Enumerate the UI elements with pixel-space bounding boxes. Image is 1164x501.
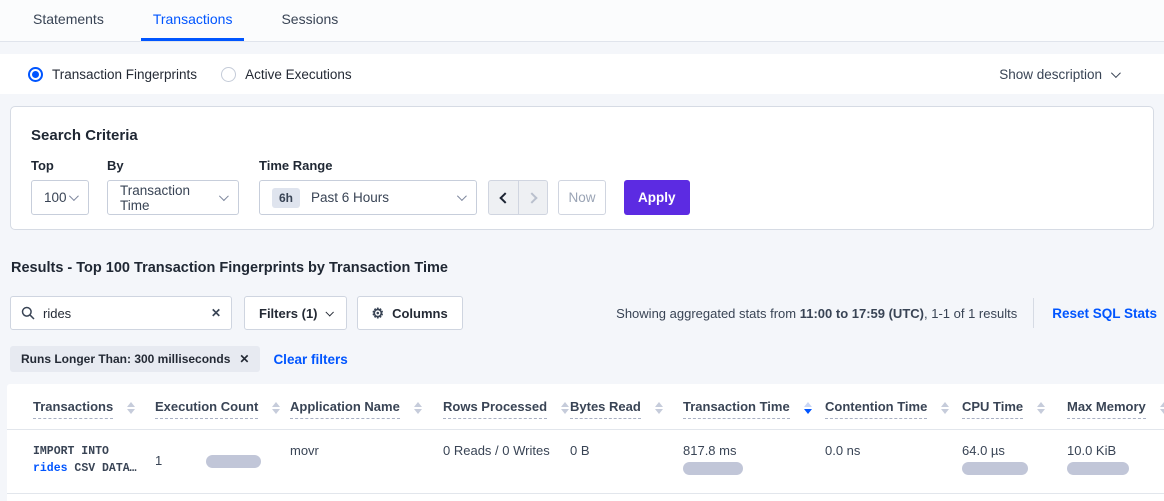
radio-selected-icon xyxy=(28,67,43,82)
transaction-link[interactable]: rides xyxy=(33,462,68,475)
radio-transaction-fingerprints[interactable]: Transaction Fingerprints xyxy=(28,67,197,82)
search-input[interactable] xyxy=(43,306,211,321)
view-toggle-band: Transaction Fingerprints Active Executio… xyxy=(0,54,1164,94)
time-range-label: Time Range xyxy=(259,158,488,173)
chevron-down-icon xyxy=(69,191,79,201)
filter-chip-label: Runs Longer Than: 300 milliseconds xyxy=(21,352,230,366)
sort-icon[interactable] xyxy=(414,402,422,414)
chevron-right-icon xyxy=(526,192,537,203)
sort-icon[interactable] xyxy=(655,402,663,414)
now-button[interactable]: Now xyxy=(558,180,606,215)
next-time-window-button[interactable] xyxy=(518,181,547,214)
column-header-application-name[interactable]: Application Name xyxy=(290,399,443,419)
results-search-box: ✕ xyxy=(10,296,232,330)
column-header-transaction-time[interactable]: Transaction Time xyxy=(683,399,825,419)
filter-chip: Runs Longer Than: 300 milliseconds ✕ xyxy=(10,346,260,372)
column-header-transactions[interactable]: Transactions xyxy=(33,399,155,419)
max-memory-bar xyxy=(1067,462,1129,475)
filters-button[interactable]: Filters (1) xyxy=(244,296,347,330)
page-tabs: Statements Transactions Sessions xyxy=(0,0,1164,42)
top-select[interactable]: 100 xyxy=(31,180,89,215)
results-heading: Results - Top 100 Transaction Fingerprin… xyxy=(11,260,1154,276)
remove-filter-icon[interactable]: ✕ xyxy=(239,352,249,366)
transaction-fingerprint-cell: IMPORT INTO rides CSV DATA… xyxy=(33,443,155,477)
sort-icon[interactable] xyxy=(127,402,135,414)
by-select-value: Transaction Time xyxy=(120,183,219,213)
table-row: IMPORT INTO rides CSV DATA… 1 movr 0 Rea… xyxy=(7,430,1164,493)
time-window-nav xyxy=(488,180,548,215)
chevron-down-icon xyxy=(1111,68,1121,78)
tab-statements[interactable]: Statements xyxy=(21,0,116,41)
show-description-label: Show description xyxy=(999,67,1102,82)
chevron-down-icon xyxy=(219,191,229,201)
column-header-max-memory[interactable]: Max Memory xyxy=(1067,399,1154,419)
gear-icon: ⚙ xyxy=(372,306,385,320)
column-header-execution-count[interactable]: Execution Count xyxy=(155,399,290,419)
columns-label: Columns xyxy=(392,306,448,321)
previous-time-window-button[interactable] xyxy=(489,181,518,214)
filters-label: Filters (1) xyxy=(259,306,318,321)
radio-label: Active Executions xyxy=(245,67,352,82)
stats-cluster: Showing aggregated stats from 11:00 to 1… xyxy=(616,298,1157,328)
reset-sql-stats-link[interactable]: Reset SQL Stats xyxy=(1052,306,1157,321)
execution-count-bar xyxy=(206,455,261,468)
cpu-time-bar xyxy=(962,462,1028,475)
radio-label: Transaction Fingerprints xyxy=(52,67,197,82)
by-label: By xyxy=(107,158,259,173)
vertical-divider xyxy=(1033,298,1034,328)
column-header-rows-processed[interactable]: Rows Processed xyxy=(443,399,570,419)
transaction-time-bar xyxy=(683,462,743,475)
transaction-time-cell: 817.8 ms xyxy=(683,443,825,477)
max-memory-cell: 10.0 KiB xyxy=(1067,443,1154,477)
table-header-row: Transactions Execution Count Application… xyxy=(7,384,1164,429)
search-criteria-title: Search Criteria xyxy=(31,127,1133,144)
column-header-bytes-read[interactable]: Bytes Read xyxy=(570,399,683,419)
sort-icon[interactable] xyxy=(1160,402,1164,414)
tab-sessions[interactable]: Sessions xyxy=(269,0,350,41)
sort-icon[interactable] xyxy=(272,402,280,414)
radio-active-executions[interactable]: Active Executions xyxy=(221,67,352,82)
aggregated-stats-text: Showing aggregated stats from 11:00 to 1… xyxy=(616,306,1017,321)
bytes-read-cell: 0 B xyxy=(570,443,683,477)
apply-button[interactable]: Apply xyxy=(624,180,690,215)
clear-search-icon[interactable]: ✕ xyxy=(211,306,221,320)
active-filters-row: Runs Longer Than: 300 milliseconds ✕ Cle… xyxy=(10,346,1154,372)
by-select[interactable]: Transaction Time xyxy=(107,180,239,215)
chevron-down-icon xyxy=(325,308,333,316)
chevron-down-icon xyxy=(457,191,467,201)
radio-unselected-icon xyxy=(221,67,236,82)
rows-processed-cell: 0 Reads / 0 Writes xyxy=(443,443,570,477)
row-divider xyxy=(7,493,1164,494)
search-criteria-card: Search Criteria Top 100 By Transaction T… xyxy=(10,106,1154,230)
sort-icon[interactable] xyxy=(1037,402,1045,414)
cpu-time-cell: 64.0 µs xyxy=(962,443,1067,477)
sort-desc-icon[interactable] xyxy=(804,402,812,414)
chevron-left-icon xyxy=(499,192,510,203)
application-name-cell: movr xyxy=(290,443,443,477)
columns-button[interactable]: ⚙ Columns xyxy=(357,296,463,330)
show-description-toggle[interactable]: Show description xyxy=(999,67,1118,82)
tab-transactions[interactable]: Transactions xyxy=(141,0,245,41)
results-controls: ✕ Filters (1) ⚙ Columns Showing aggregat… xyxy=(10,296,1157,330)
contention-time-cell: 0.0 ns xyxy=(825,443,962,477)
results-table: Transactions Execution Count Application… xyxy=(7,384,1164,501)
top-label: Top xyxy=(31,158,107,173)
sort-icon[interactable] xyxy=(561,402,569,414)
search-icon xyxy=(21,306,35,320)
top-select-value: 100 xyxy=(44,190,67,205)
column-header-cpu-time[interactable]: CPU Time xyxy=(962,399,1067,419)
clear-filters-link[interactable]: Clear filters xyxy=(273,352,347,367)
time-range-select[interactable]: 6h Past 6 Hours xyxy=(259,180,477,215)
time-range-value: Past 6 Hours xyxy=(311,190,389,205)
column-header-contention-time[interactable]: Contention Time xyxy=(825,399,962,419)
sort-icon[interactable] xyxy=(941,402,949,414)
execution-count-cell: 1 xyxy=(155,443,290,477)
time-range-badge: 6h xyxy=(272,188,300,208)
